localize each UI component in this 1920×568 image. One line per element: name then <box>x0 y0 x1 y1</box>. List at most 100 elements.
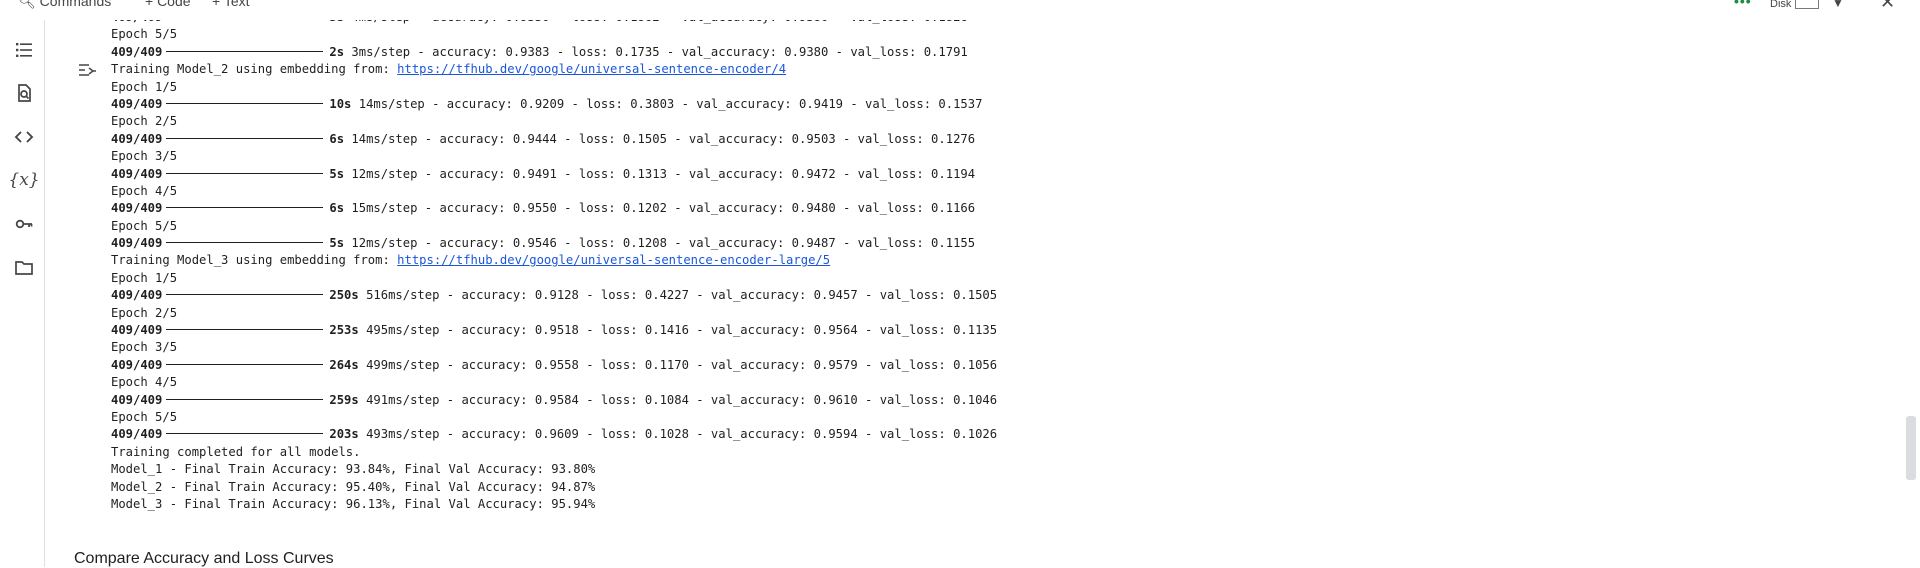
progress-line: 409/409 250s 516ms/step - accuracy: 0.912… <box>111 287 997 304</box>
disk-usage-bar <box>1795 0 1820 10</box>
output-line: Epoch 4/5 <box>111 375 178 390</box>
output-line: Model_3 - Final Train Accuracy: 96.13%, … <box>111 496 596 511</box>
close-icon[interactable]: ✕ <box>1880 0 1895 13</box>
metrics-text: 495ms/step - accuracy: 0.9518 - loss: 0.… <box>358 323 998 338</box>
training-label: Training Model_3 using embedding from: <box>111 253 398 268</box>
metrics-text: 12ms/step - accuracy: 0.9546 - loss: 0.1… <box>344 236 976 251</box>
progress-bar <box>166 433 324 435</box>
output-line: Training completed for all models. <box>111 444 361 459</box>
progress-line: 409/409 203s 493ms/step - accuracy: 0.960… <box>111 426 997 443</box>
metrics-text: 14ms/step - accuracy: 0.9209 - loss: 0.3… <box>351 96 983 111</box>
progress-line: 409/409 6s 14ms/step - accuracy: 0.9444 -… <box>111 131 997 148</box>
training-header-line: Training Model_3 using embedding from: h… <box>111 252 997 269</box>
progress-bar <box>166 329 324 331</box>
elapsed-time: 250s <box>329 288 359 303</box>
output-line: Epoch 5/5 <box>111 218 178 233</box>
cell-output: 409/4093s 4ms/step - accuracy: 0.9350 - … <box>45 0 1905 520</box>
step-count: 409/409 <box>111 427 163 442</box>
progress-line: 409/409 2s 3ms/step - accuracy: 0.9383 - … <box>111 44 997 61</box>
progress-bar <box>166 363 324 365</box>
progress-bar <box>166 50 324 52</box>
output-line: Epoch 1/5 <box>111 79 178 94</box>
elapsed-time: 203s <box>329 427 359 442</box>
metrics-text: 14ms/step - accuracy: 0.9444 - loss: 0.1… <box>344 131 976 146</box>
progress-line: 409/409 259s 491ms/step - accuracy: 0.958… <box>111 392 997 409</box>
add-text-button[interactable]: + Text <box>212 0 250 9</box>
metrics-text: 499ms/step - accuracy: 0.9558 - loss: 0.… <box>358 357 998 372</box>
progress-bar <box>166 102 324 104</box>
output-line: Epoch 1/5 <box>111 270 178 285</box>
output-actions-icon[interactable] <box>76 60 98 80</box>
elapsed-time: 5s <box>329 236 345 251</box>
commands-button[interactable]: 🔍︎ Commands <box>18 0 111 10</box>
output-line: Model_2 - Final Train Accuracy: 95.40%, … <box>111 479 596 494</box>
progress-line: 409/409 5s 12ms/step - accuracy: 0.9491 -… <box>111 166 997 183</box>
elapsed-time: 10s <box>329 96 352 111</box>
training-label: Training Model_2 using embedding from: <box>111 62 398 77</box>
output-line: Model_1 - Final Train Accuracy: 93.84%, … <box>111 462 596 477</box>
elapsed-time: 5s <box>329 166 345 181</box>
progress-bar <box>166 242 324 244</box>
elapsed-time: 259s <box>329 392 359 407</box>
progress-line: 409/409 264s 499ms/step - accuracy: 0.955… <box>111 357 997 374</box>
elapsed-time: 253s <box>329 323 359 338</box>
left-sidebar: {x} <box>0 20 44 567</box>
step-count: 409/409 <box>111 131 163 146</box>
progress-bar <box>166 294 324 296</box>
variables-icon[interactable]: {x} <box>8 168 39 192</box>
commands-label: Commands <box>39 0 112 9</box>
secrets-key-icon[interactable] <box>12 212 36 236</box>
metrics-text: 516ms/step - accuracy: 0.9128 - loss: 0.… <box>358 288 998 303</box>
progress-bar <box>166 172 324 174</box>
elapsed-time: 2s <box>329 44 345 59</box>
step-count: 409/409 <box>111 201 163 216</box>
step-count: 409/409 <box>111 96 163 111</box>
toc-icon[interactable] <box>12 38 36 62</box>
embedding-url-link[interactable]: https://tfhub.dev/google/universal-sente… <box>397 253 830 267</box>
progress-bar <box>166 398 324 400</box>
step-count: 409/409 <box>111 166 163 181</box>
step-count: 409/409 <box>111 236 163 251</box>
output-line: Epoch 2/5 <box>111 305 178 320</box>
progress-line: 409/409 10s 14ms/step - accuracy: 0.9209 … <box>111 96 997 113</box>
metrics-text: 15ms/step - accuracy: 0.9550 - loss: 0.1… <box>344 201 976 216</box>
elapsed-time: 264s <box>329 357 359 372</box>
output-line: Epoch 4/5 <box>111 183 178 198</box>
files-folder-icon[interactable] <box>12 256 36 280</box>
find-icon[interactable] <box>12 81 36 105</box>
code-snippets-icon[interactable] <box>12 125 36 149</box>
chevron-down-icon[interactable]: ▼ <box>1832 0 1844 10</box>
toolbar: 🔍︎ Commands + Code + Text ••• Disk ▼ ✕ <box>0 0 1920 20</box>
step-count: 409/409 <box>111 44 163 59</box>
output-text: 409/4093s 4ms/step - accuracy: 0.9350 - … <box>111 9 997 513</box>
step-count: 409/409 <box>111 392 163 407</box>
elapsed-time: 6s <box>329 131 345 146</box>
scrollbar-track[interactable] <box>1904 20 1920 567</box>
progress-line: 409/409 5s 12ms/step - accuracy: 0.9546 -… <box>111 235 997 252</box>
embedding-url-link[interactable]: https://tfhub.dev/google/universal-sente… <box>397 62 786 76</box>
search-icon: 🔍︎ <box>18 0 36 9</box>
metrics-text: 491ms/step - accuracy: 0.9584 - loss: 0.… <box>358 392 998 407</box>
output-line: Epoch 5/5 <box>111 27 178 42</box>
step-count: 409/409 <box>111 288 163 303</box>
metrics-text: 493ms/step - accuracy: 0.9609 - loss: 0.… <box>358 427 998 442</box>
disk-label: Disk <box>1770 0 1792 10</box>
section-heading: Compare Accuracy and Loss Curves <box>74 550 334 567</box>
runtime-status-icon[interactable]: ••• <box>1734 0 1752 9</box>
resources-indicator[interactable]: Disk <box>1770 0 1820 10</box>
metrics-text: 12ms/step - accuracy: 0.9491 - loss: 0.1… <box>344 166 976 181</box>
progress-bar <box>166 207 324 209</box>
training-header-line: Training Model_2 using embedding from: h… <box>111 61 997 78</box>
progress-line: 409/409 6s 15ms/step - accuracy: 0.9550 -… <box>111 200 997 217</box>
output-line: Epoch 5/5 <box>111 409 178 424</box>
output-line: Epoch 3/5 <box>111 340 178 355</box>
output-line: Epoch 2/5 <box>111 114 178 129</box>
metrics-text: 3ms/step - accuracy: 0.9383 - loss: 0.17… <box>344 44 968 59</box>
elapsed-time: 6s <box>329 201 345 216</box>
progress-bar <box>166 137 324 139</box>
step-count: 409/409 <box>111 323 163 338</box>
add-code-button[interactable]: + Code <box>145 0 191 9</box>
scrollbar-thumb[interactable] <box>1906 416 1916 480</box>
output-line: Epoch 3/5 <box>111 149 178 164</box>
step-count: 409/409 <box>111 357 163 372</box>
